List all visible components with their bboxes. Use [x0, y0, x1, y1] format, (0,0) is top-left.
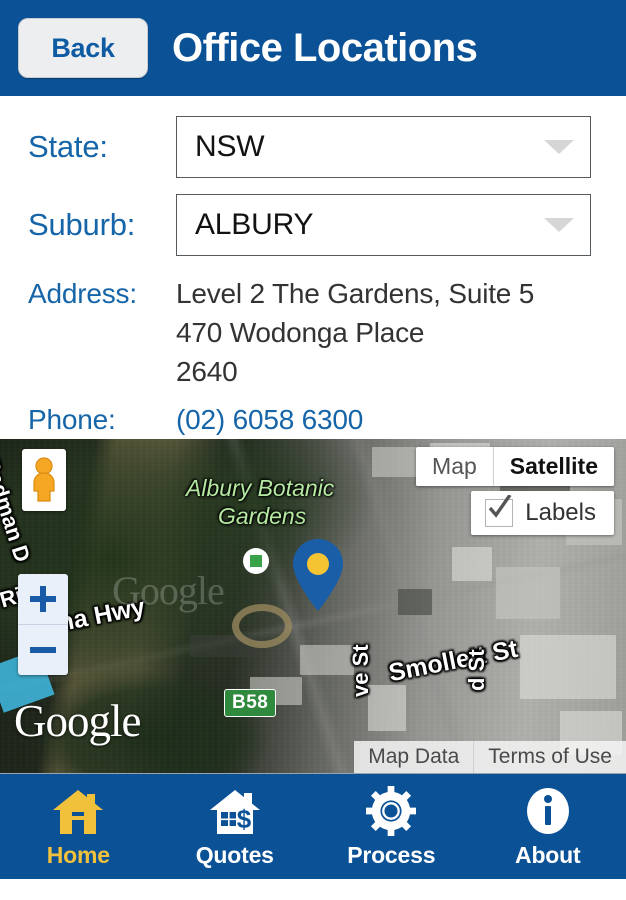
address-row: Address: Level 2 The Gardens, Suite 5 47… [28, 274, 626, 391]
tab-about[interactable]: About [470, 774, 626, 879]
home-icon [51, 784, 105, 836]
tab-quotes-label: Quotes [195, 842, 274, 868]
map-attribution-bar: Map Data Terms of Use [354, 741, 626, 773]
labels-checkbox[interactable] [485, 495, 514, 527]
suburb-select[interactable]: ALBURY [176, 194, 591, 256]
map-pin-marker[interactable] [290, 537, 346, 613]
map-data-link[interactable]: Map Data [354, 741, 473, 773]
back-button-label: Back [51, 32, 115, 63]
state-row: State: NSW [0, 114, 626, 180]
tab-about-label: About [515, 842, 581, 868]
content-area: State: NSW Suburb: ALBURY Address: Level… [0, 114, 626, 439]
map-type-satellite-button[interactable]: Satellite [492, 447, 614, 486]
suburb-select-value: ALBURY [195, 208, 314, 241]
app-header: Back Office Locations [0, 0, 626, 96]
tab-process-label: Process [347, 842, 436, 868]
state-select-value: NSW [195, 130, 265, 163]
map-labels-toggle[interactable]: Labels [471, 491, 614, 535]
tab-home[interactable]: Home [0, 774, 157, 879]
checkmark-icon [488, 495, 512, 518]
gear-icon [365, 784, 417, 836]
back-button[interactable]: Back [18, 18, 148, 78]
address-line-1: Level 2 The Gardens, Suite 5 [176, 278, 535, 309]
phone-row: Phone: (02) 6058 6300 [28, 400, 626, 439]
phone-label: Phone: [28, 404, 116, 435]
svg-text:$: $ [237, 804, 252, 834]
info-circle-icon [523, 784, 573, 836]
map-roundabout [232, 604, 292, 648]
pegman-streetview-icon[interactable] [22, 449, 66, 511]
state-select[interactable]: NSW [176, 116, 591, 178]
suburb-label: Suburb: [28, 207, 136, 242]
tab-process[interactable]: Process [313, 774, 470, 879]
phone-values: (02) 6058 6300 [176, 400, 363, 439]
office-details: Address: Level 2 The Gardens, Suite 5 47… [0, 274, 626, 439]
phone-link[interactable]: (02) 6058 6300 [176, 400, 363, 439]
labels-toggle-label: Labels [525, 499, 596, 526]
map-route-shield-b58: B58 [224, 689, 277, 717]
chevron-down-icon [544, 218, 574, 232]
chevron-down-icon [544, 140, 574, 154]
google-logo: Google [14, 696, 141, 746]
address-label: Address: [28, 278, 137, 309]
tab-quotes[interactable]: $ Quotes [157, 774, 314, 879]
zoom-out-button[interactable] [18, 624, 68, 675]
tab-home-label: Home [46, 842, 110, 868]
map-view[interactable]: Albury Botanic Gardens Padman D Ri na Hw… [0, 439, 626, 773]
map-zoom-control[interactable] [18, 574, 68, 675]
map-type-control[interactable]: Map Satellite [416, 447, 614, 486]
bottom-tab-bar: Home $ Quotes Process About [0, 773, 626, 879]
state-label: State: [28, 129, 108, 164]
map-type-map-button[interactable]: Map [416, 447, 493, 486]
page-title: Office Locations [172, 25, 478, 70]
house-dollar-icon: $ [208, 784, 262, 836]
address-values: Level 2 The Gardens, Suite 5 470 Wodonga… [176, 274, 534, 391]
address-line-3: 2640 [176, 356, 238, 387]
zoom-in-button[interactable] [18, 574, 68, 624]
suburb-row: Suburb: ALBURY [0, 192, 626, 258]
terms-of-use-link[interactable]: Terms of Use [473, 741, 626, 773]
park-poi-icon[interactable] [240, 545, 272, 577]
address-line-2: 470 Wodonga Place [176, 317, 425, 348]
